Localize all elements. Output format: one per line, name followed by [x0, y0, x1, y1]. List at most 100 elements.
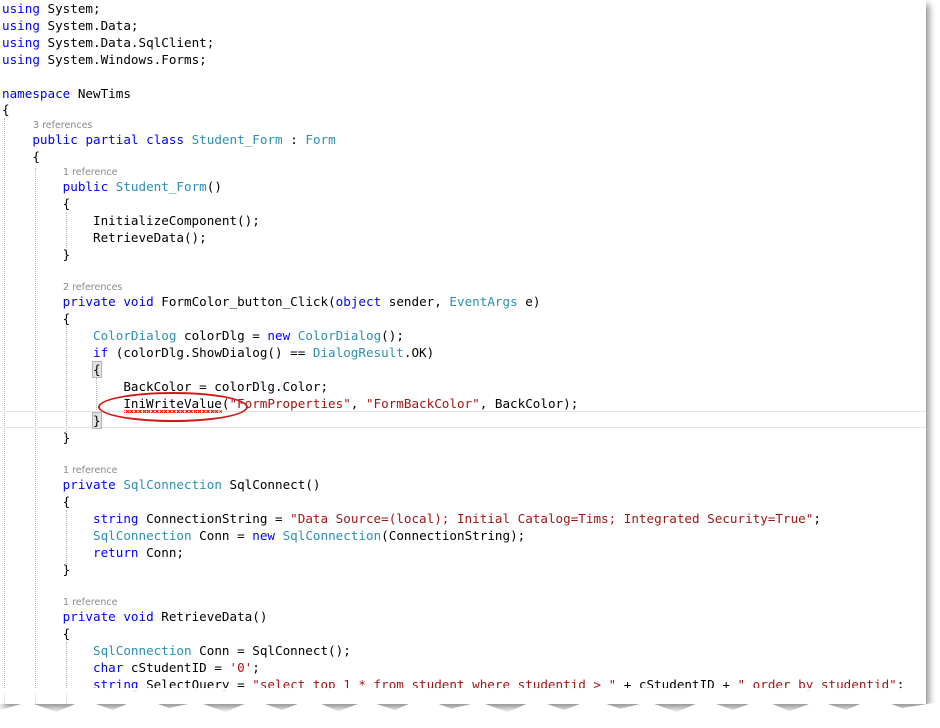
- code-token-kw: using: [2, 35, 40, 50]
- code-line[interactable]: }: [2, 412, 102, 429]
- code-token-kw: class: [146, 132, 185, 147]
- code-token-pl: (): [206, 179, 222, 194]
- code-token-kw: object: [335, 294, 382, 309]
- code-line[interactable]: }: [2, 561, 71, 578]
- code-line[interactable]: RetrieveData();: [2, 229, 207, 246]
- code-token-kw: if: [93, 345, 109, 360]
- code-token-pl: colorDlg =: [176, 328, 268, 343]
- code-token-kw: partial: [85, 132, 139, 147]
- code-token-kw: private: [62, 294, 116, 309]
- code-token-pl: sender,: [381, 294, 450, 309]
- code-token-pl: {: [2, 102, 10, 117]
- code-token-kw: void: [123, 609, 154, 624]
- code-token-pl: RetrieveData(): [153, 609, 268, 624]
- code-line[interactable]: private void FormColor_button_Click(obje…: [2, 293, 541, 310]
- code-line[interactable]: using System.Windows.Forms;: [2, 51, 207, 68]
- code-token-kw: new: [267, 328, 291, 343]
- code-token-ty: EventArgs: [449, 294, 518, 309]
- code-token-pl: :: [282, 132, 306, 147]
- code-token-kw: new: [252, 528, 275, 543]
- code-token-kw: using: [2, 18, 40, 33]
- code-line[interactable]: }: [2, 429, 71, 446]
- code-token-pl: e): [517, 294, 541, 309]
- code-line[interactable]: SqlConnection Conn = SqlConnect();: [2, 642, 351, 659]
- code-token-kw: string: [93, 511, 139, 526]
- code-line[interactable]: using System.Data;: [2, 17, 139, 34]
- code-token-ty: SqlConnection: [282, 528, 382, 543]
- code-token-kw: public: [32, 132, 78, 147]
- code-line[interactable]: {: [2, 148, 40, 165]
- code-line[interactable]: using System;: [2, 0, 101, 17]
- code-token-hl: }: [92, 412, 102, 429]
- code-line[interactable]: {: [2, 195, 71, 212]
- code-token-pl: cStudentID =: [123, 660, 230, 675]
- code-token-pl: System.Data.SqlClient;: [39, 35, 215, 50]
- code-token-pl: {: [2, 311, 71, 326]
- code-token-pl: System.Data;: [39, 18, 139, 33]
- code-token-pl: }: [2, 430, 71, 445]
- code-token-kw: return: [93, 545, 139, 560]
- code-token-ty: Student_Form: [191, 132, 283, 147]
- code-line[interactable]: public partial class Student_Form : Form: [2, 131, 336, 148]
- code-line[interactable]: private void RetrieveData(): [2, 608, 268, 625]
- code-line[interactable]: if (colorDlg.ShowDialog() == DialogResul…: [2, 344, 434, 361]
- code-line[interactable]: namespace NewTims: [2, 85, 131, 102]
- code-token-pl: Conn =: [191, 528, 253, 543]
- code-token-pl: , BackColor);: [479, 396, 579, 411]
- code-token-pl: ;: [813, 511, 821, 526]
- code-line[interactable]: private SqlConnection SqlConnect(): [2, 476, 321, 493]
- code-line[interactable]: {: [2, 361, 102, 378]
- code-line[interactable]: InitializeComponent();: [2, 212, 260, 229]
- code-line[interactable]: string ConnectionString = "Data Source=(…: [2, 510, 821, 527]
- code-token-kw: using: [2, 1, 40, 16]
- code-token-ty: Student_Form: [115, 179, 207, 194]
- code-token-pl: Conn;: [138, 545, 184, 560]
- code-line[interactable]: using System.Data.SqlClient;: [2, 34, 214, 51]
- code-line[interactable]: {: [2, 625, 71, 642]
- code-token-pl: {: [2, 494, 71, 509]
- code-token-pl: }: [2, 562, 71, 577]
- code-token-ty: SqlConnection: [93, 528, 192, 543]
- code-line[interactable]: return Conn;: [2, 544, 184, 561]
- code-token-pl: NewTims: [70, 86, 131, 101]
- code-line[interactable]: IniWriteValue("FormProperties", "FormBac…: [2, 395, 578, 412]
- code-line[interactable]: {: [2, 101, 10, 118]
- code-token-pl: System.Windows.Forms;: [39, 52, 207, 67]
- code-line[interactable]: char cStudentID = '0';: [2, 659, 260, 676]
- code-token-pl: RetrieveData();: [2, 230, 207, 245]
- code-line[interactable]: SqlConnection Conn = new SqlConnection(C…: [2, 527, 525, 544]
- code-line[interactable]: ColorDialog colorDlg = new ColorDialog()…: [2, 327, 404, 344]
- code-token-ty: SqlConnection: [123, 477, 222, 492]
- code-token-pl: .OK): [403, 345, 435, 360]
- code-token-pl: ;: [252, 660, 260, 675]
- code-line[interactable]: {: [2, 310, 71, 327]
- code-token-hl: {: [92, 361, 102, 378]
- code-token-ty: ColorDialog: [93, 328, 177, 343]
- code-line[interactable]: public Student_Form(): [2, 178, 222, 195]
- code-line[interactable]: }: [2, 246, 71, 263]
- code-token-kw: private: [62, 477, 116, 492]
- code-token-kw: using: [2, 52, 40, 67]
- code-line[interactable]: {: [2, 493, 71, 510]
- code-token-str: "FormProperties": [229, 396, 351, 411]
- code-token-pl: Conn = SqlConnect();: [191, 643, 351, 658]
- code-token-ty: Form: [305, 132, 336, 147]
- code-token-str: "Data Source=(local); Initial Catalog=Ti…: [290, 511, 814, 526]
- code-token-pl: (colorDlg.ShowDialog() ==: [108, 345, 313, 360]
- code-token-pl: {: [2, 626, 71, 641]
- code-token-pl: (ConnectionString);: [381, 528, 526, 543]
